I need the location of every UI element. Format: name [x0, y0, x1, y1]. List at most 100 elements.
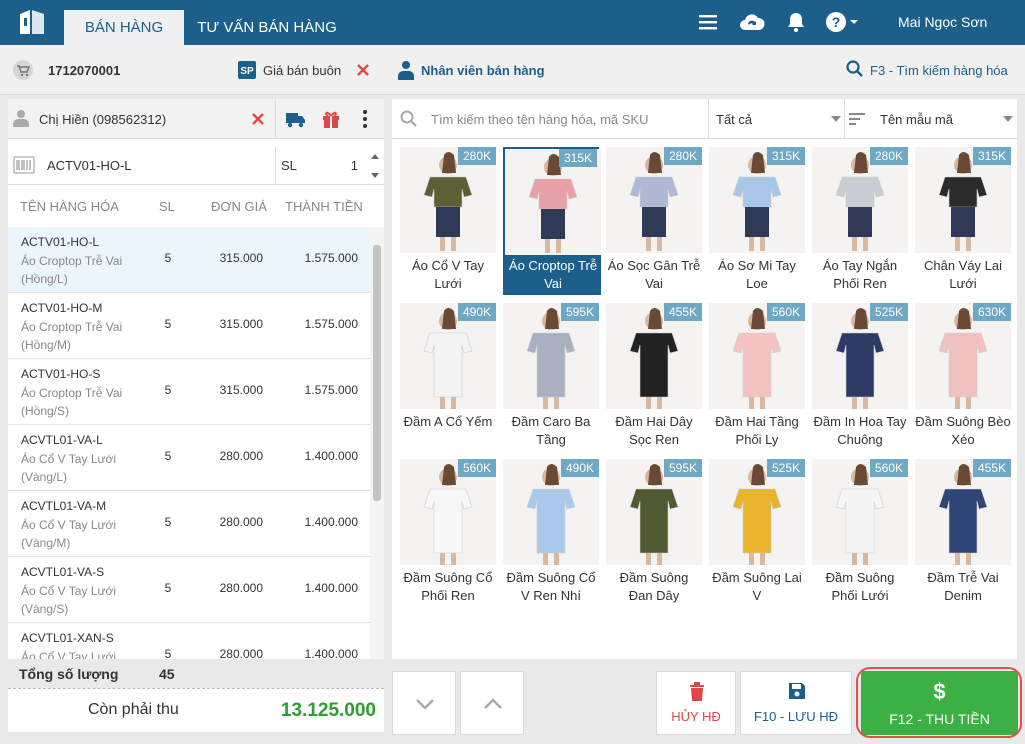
gift-icon[interactable] — [321, 109, 341, 129]
user-name[interactable]: Mai Ngọc Sơn — [898, 14, 987, 30]
row-price[interactable]: 315.000 — [203, 317, 263, 331]
trash-icon — [690, 682, 704, 701]
staff-icon[interactable] — [397, 60, 415, 80]
product-card[interactable]: 455K Đầm Hai Dây Sọc Ren — [606, 303, 702, 451]
table-row[interactable]: ACVTL01-VA-M Áo Cổ V Tay Lưới (Vàng/M) 5 28… — [8, 491, 370, 557]
product-name: Đầm Suông Phối Lưới — [825, 570, 895, 603]
row-price[interactable]: 315.000 — [203, 251, 263, 265]
row-qty[interactable]: 5 — [158, 581, 178, 595]
row-total: 1.575.000 — [304, 251, 358, 265]
row-qty[interactable]: 5 — [158, 251, 178, 265]
amount-due-value: 13.125.000 — [280, 700, 376, 721]
delivery-truck-icon[interactable] — [285, 110, 307, 128]
menu-icon[interactable] — [696, 10, 720, 34]
product-card[interactable]: 280K Áo Tay Ngắn Phối Ren — [812, 147, 908, 295]
product-card[interactable]: 560K Đầm Suông Cổ Phối Ren — [400, 459, 496, 607]
product-card[interactable]: 315K Áo Croptop Trễ Vai — [503, 147, 601, 295]
col-header-name: TÊN HÀNG HÓA — [20, 199, 119, 214]
search-icon[interactable] — [846, 60, 864, 78]
scroll-down-button[interactable] — [392, 671, 456, 735]
table-row[interactable]: ACTV01-HO-S Áo Croptop Trễ Vai (Hồng/S) 5 3… — [8, 359, 370, 425]
row-qty[interactable]: 5 — [158, 383, 178, 397]
product-price-badge: 455K — [664, 303, 702, 321]
product-card[interactable]: 595K Đầm Caro Ba Tầng — [503, 303, 599, 451]
row-price[interactable]: 280.000 — [203, 581, 263, 595]
row-price[interactable]: 280.000 — [203, 647, 263, 659]
price-list-label[interactable]: Giá bán buôn — [263, 63, 341, 78]
product-card[interactable]: 455K Đầm Trễ Vai Denim — [915, 459, 1011, 607]
product-name: Đầm Caro Ba Tầng — [511, 414, 591, 447]
product-card[interactable]: 560K Đầm Hai Tầng Phối Ly — [709, 303, 805, 451]
more-options-icon[interactable] — [360, 109, 370, 129]
product-card[interactable]: 490K Đầm A Cổ Yếm — [400, 303, 496, 451]
product-card[interactable]: 315K Áo Sơ Mi Tay Loe — [709, 147, 805, 295]
table-row[interactable]: ACVTL01-VA-S Áo Cổ V Tay Lưới (Vàng/S) 5 28… — [8, 557, 370, 623]
row-price[interactable]: 280.000 — [203, 449, 263, 463]
cloud-sync-icon[interactable] — [738, 10, 766, 34]
chevron-down-icon[interactable] — [830, 115, 842, 123]
sort-icon[interactable] — [848, 111, 866, 127]
row-price[interactable]: 280.000 — [203, 515, 263, 529]
category-select[interactable]: Tất cả — [716, 112, 752, 127]
product-search-hint[interactable]: F3 - Tìm kiếm hàng hóa — [870, 63, 1008, 78]
item-code-input[interactable]: ACTV01-HO-L — [47, 158, 132, 173]
row-code: ACVTL01-XAN-S — [21, 631, 114, 645]
cancel-invoice-button[interactable]: HỦY HĐ — [656, 671, 736, 735]
save-invoice-label: F10 - LƯU HĐ — [753, 709, 839, 724]
quantity-input[interactable]: 1 — [338, 158, 358, 173]
product-price-badge: 455K — [973, 459, 1011, 477]
sort-select[interactable]: Tên mẫu mã — [880, 112, 953, 127]
product-card[interactable]: 280K Áo Cổ V Tay Lưới — [400, 147, 496, 295]
scroll-up-button[interactable] — [460, 671, 524, 735]
product-card[interactable]: 280K Áo Sọc Gân Trễ Vai — [606, 147, 702, 295]
product-card[interactable]: 525K Đầm In Hoa Tay Chuông — [812, 303, 908, 451]
product-name: Đầm Suông Cổ V Ren Nhí — [506, 570, 596, 603]
row-name: Áo Cổ V Tay Lưới (Vàng/L) — [21, 452, 117, 484]
row-name: Áo Croptop Trễ Vai (Hồng/S) — [21, 386, 123, 418]
quantity-stepper[interactable] — [370, 151, 380, 181]
product-card[interactable]: 560K Đầm Suông Phối Lưới — [812, 459, 908, 607]
product-card[interactable]: 490K Đầm Suông Cổ V Ren Nhí — [503, 459, 599, 607]
product-price-badge: 560K — [870, 459, 908, 477]
bell-icon[interactable] — [784, 10, 808, 34]
staff-label[interactable]: Nhân viên bán hàng — [421, 63, 545, 78]
table-row[interactable]: ACVTL01-XAN-S Áo Cổ V Tay Lưới 5 280.000 1.4… — [8, 623, 370, 659]
total-quantity-bar: Tổng số lượng 45 — [8, 660, 384, 686]
tab-tu-van-ban-hang[interactable]: TƯ VẤN BÁN HÀNG — [192, 10, 342, 45]
row-price[interactable]: 315.000 — [203, 383, 263, 397]
help-icon[interactable]: ? — [824, 10, 860, 34]
price-list-icon[interactable]: SP — [237, 60, 257, 80]
row-name: Áo Cổ V Tay Lưới (Vàng/S) — [21, 584, 117, 616]
table-row[interactable]: ACTV01-HO-L Áo Croptop Trễ Vai (Hồng/L) 5 3… — [8, 227, 370, 293]
logo-icon — [20, 10, 44, 34]
row-qty[interactable]: 5 — [158, 317, 178, 331]
table-row[interactable]: ACTV01-HO-M Áo Croptop Trễ Vai (Hồng/M) 5 3… — [8, 293, 370, 359]
table-row[interactable]: ACVTL01-VA-L Áo Cổ V Tay Lưới (Vàng/L) 5 28… — [8, 425, 370, 491]
remove-customer-icon[interactable] — [251, 112, 265, 126]
row-code: ACTV01-HO-S — [21, 367, 101, 381]
product-search-input[interactable]: Tìm kiếm theo tên hàng hóa, mã SKU — [431, 112, 649, 127]
product-card[interactable]: 595K Đầm Suông Đan Dây — [606, 459, 702, 607]
product-name: Đầm Suông Đan Dây — [619, 570, 689, 603]
product-card[interactable]: 630K Đầm Suông Bèo Xéo — [915, 303, 1011, 451]
customer-name[interactable]: Chị Hiền (098562312) — [39, 112, 166, 127]
product-card[interactable]: 315K Chân Váy Lai Lưới — [915, 147, 1011, 295]
product-price-badge: 595K — [561, 303, 599, 321]
row-name: Áo Cổ V Tay Lưới — [21, 650, 117, 659]
items-scrollbar[interactable] — [370, 227, 384, 659]
tab-ban-hang[interactable]: BÁN HÀNG — [64, 10, 184, 45]
remove-price-list-icon[interactable] — [355, 62, 371, 78]
invoice-panel: Chị Hiền (098562312) ACTV01-HO-L SL 1 TÊ… — [8, 99, 384, 659]
barcode-icon — [13, 156, 35, 174]
row-name: Áo Cổ V Tay Lưới (Vàng/M) — [21, 518, 117, 550]
row-qty[interactable]: 5 — [158, 515, 178, 529]
save-invoice-button[interactable]: F10 - LƯU HĐ — [740, 671, 852, 735]
scrollbar-thumb[interactable] — [373, 245, 381, 501]
table-header: TÊN HÀNG HÓA SL ĐƠN GIÁ THÀNH TIỀN — [8, 187, 384, 225]
chevron-down-icon[interactable] — [1002, 115, 1014, 123]
product-card[interactable]: 525K Đầm Suông Lai V — [709, 459, 805, 607]
cancel-invoice-label: HỦY HĐ — [671, 709, 721, 724]
row-qty[interactable]: 5 — [158, 449, 178, 463]
product-panel: Tìm kiếm theo tên hàng hóa, mã SKU Tất c… — [392, 99, 1017, 659]
row-qty[interactable]: 5 — [158, 647, 178, 659]
